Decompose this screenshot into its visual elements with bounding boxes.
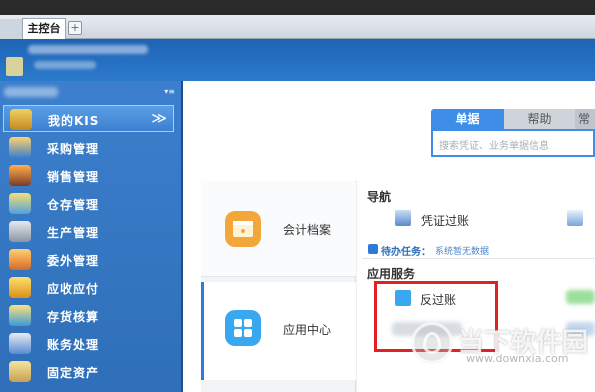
sidebar-item-label: 仓存管理 [47, 198, 100, 212]
sidebar-item-accounting[interactable]: 账务处理 [0, 330, 181, 357]
sidebar-item-production[interactable]: 生产管理 [0, 218, 181, 245]
tab-blank [0, 19, 22, 39]
tab-help[interactable]: 帮助 [504, 109, 575, 129]
todo-label: 待办任务： [381, 247, 431, 258]
sidebar-item-label: 销售管理 [47, 170, 100, 184]
nav-icon-2[interactable] [567, 210, 583, 226]
todo-message: 系统暂无数据 [435, 247, 490, 257]
card-label-archive: 会计档案 [283, 223, 332, 237]
sidebar-item-receivable-payable[interactable]: 应收应付 [0, 274, 181, 301]
sidebar-item-purchase[interactable]: 采购管理 [0, 134, 181, 161]
inventory-accounting-icon [9, 305, 31, 326]
archive-folder-icon [225, 211, 261, 247]
company-logo [6, 57, 23, 76]
receivable-payable-icon [9, 277, 31, 298]
warehouse-icon [9, 193, 31, 214]
watermark-url: www.downxia.com [466, 352, 569, 365]
sidebar-header: ▾≡ [0, 81, 181, 103]
sidebar-item-label: 采购管理 [47, 142, 100, 156]
purchase-icon [9, 137, 31, 158]
services-title: 应用服务 [367, 267, 416, 281]
sidebar-collapse-icon[interactable]: ▾≡ [164, 87, 175, 96]
sidebar-item-sales[interactable]: 销售管理 [0, 162, 181, 189]
tab-main-console[interactable]: 主控台 [22, 18, 66, 39]
fixed-assets-icon [9, 361, 31, 382]
search-placeholder: 搜索凭证、业务单据信息 [439, 141, 549, 152]
voucher-post-icon [395, 210, 411, 226]
navigation-title: 导航 [367, 190, 392, 204]
outsourcing-icon [9, 249, 31, 270]
search-tabs: 单据 帮助 常 [431, 109, 595, 129]
my-kis-icon [10, 109, 32, 130]
sidebar-item-my-kis[interactable]: 我的KIS ≫ [3, 105, 174, 132]
watermark-logo [411, 322, 453, 364]
card-accounting-archive[interactable]: 会计档案 [201, 181, 356, 277]
blurred-sidebar-title [4, 87, 58, 97]
voucher-post-link[interactable]: 凭证过账 [421, 212, 469, 229]
add-tab-button[interactable]: + [68, 21, 82, 35]
sidebar-item-inventory-accounting[interactable]: 存货核算 [0, 302, 181, 329]
app-grid-icon [225, 310, 261, 346]
sidebar-item-label: 委外管理 [47, 254, 100, 268]
sidebar-item-label: 生产管理 [47, 226, 100, 240]
sidebar-item-warehouse[interactable]: 仓存管理 [0, 190, 181, 217]
sidebar-item-outsourcing[interactable]: 委外管理 [0, 246, 181, 273]
sidebar-item-label: 应收应付 [47, 282, 100, 296]
tab-more[interactable]: 常 [575, 109, 595, 129]
tab-strip: 主控台 + [0, 15, 595, 39]
sales-icon [9, 165, 31, 186]
double-chevron-right-icon: ≫ [151, 109, 167, 127]
tab-documents[interactable]: 单据 [431, 109, 504, 129]
divider [362, 258, 595, 259]
sidebar: ▾≡ 我的KIS ≫ 采购管理 销售管理 仓存管理 生产管理 委外管理 应收应付… [0, 81, 183, 392]
sidebar-item-label: 固定资产 [47, 366, 100, 380]
sidebar-item-fixed-assets[interactable]: 固定资产 [0, 358, 181, 385]
accounting-icon [9, 333, 31, 354]
blurred-company-name [28, 45, 148, 54]
blurred-service-item [566, 290, 595, 304]
sidebar-item-label: 我的KIS [48, 114, 100, 128]
header-band [0, 39, 595, 81]
window-top-bar [0, 0, 595, 15]
sidebar-item-label: 存货核算 [47, 310, 100, 324]
production-icon [9, 221, 31, 242]
todo-icon [368, 244, 378, 254]
blurred-user-info [34, 61, 96, 69]
card-label-app-center: 应用中心 [283, 323, 332, 337]
sidebar-item-label: 账务处理 [47, 338, 100, 352]
card-app-center[interactable]: 应用中心 [201, 282, 356, 380]
search-input[interactable]: 搜索凭证、业务单据信息 [431, 129, 595, 157]
